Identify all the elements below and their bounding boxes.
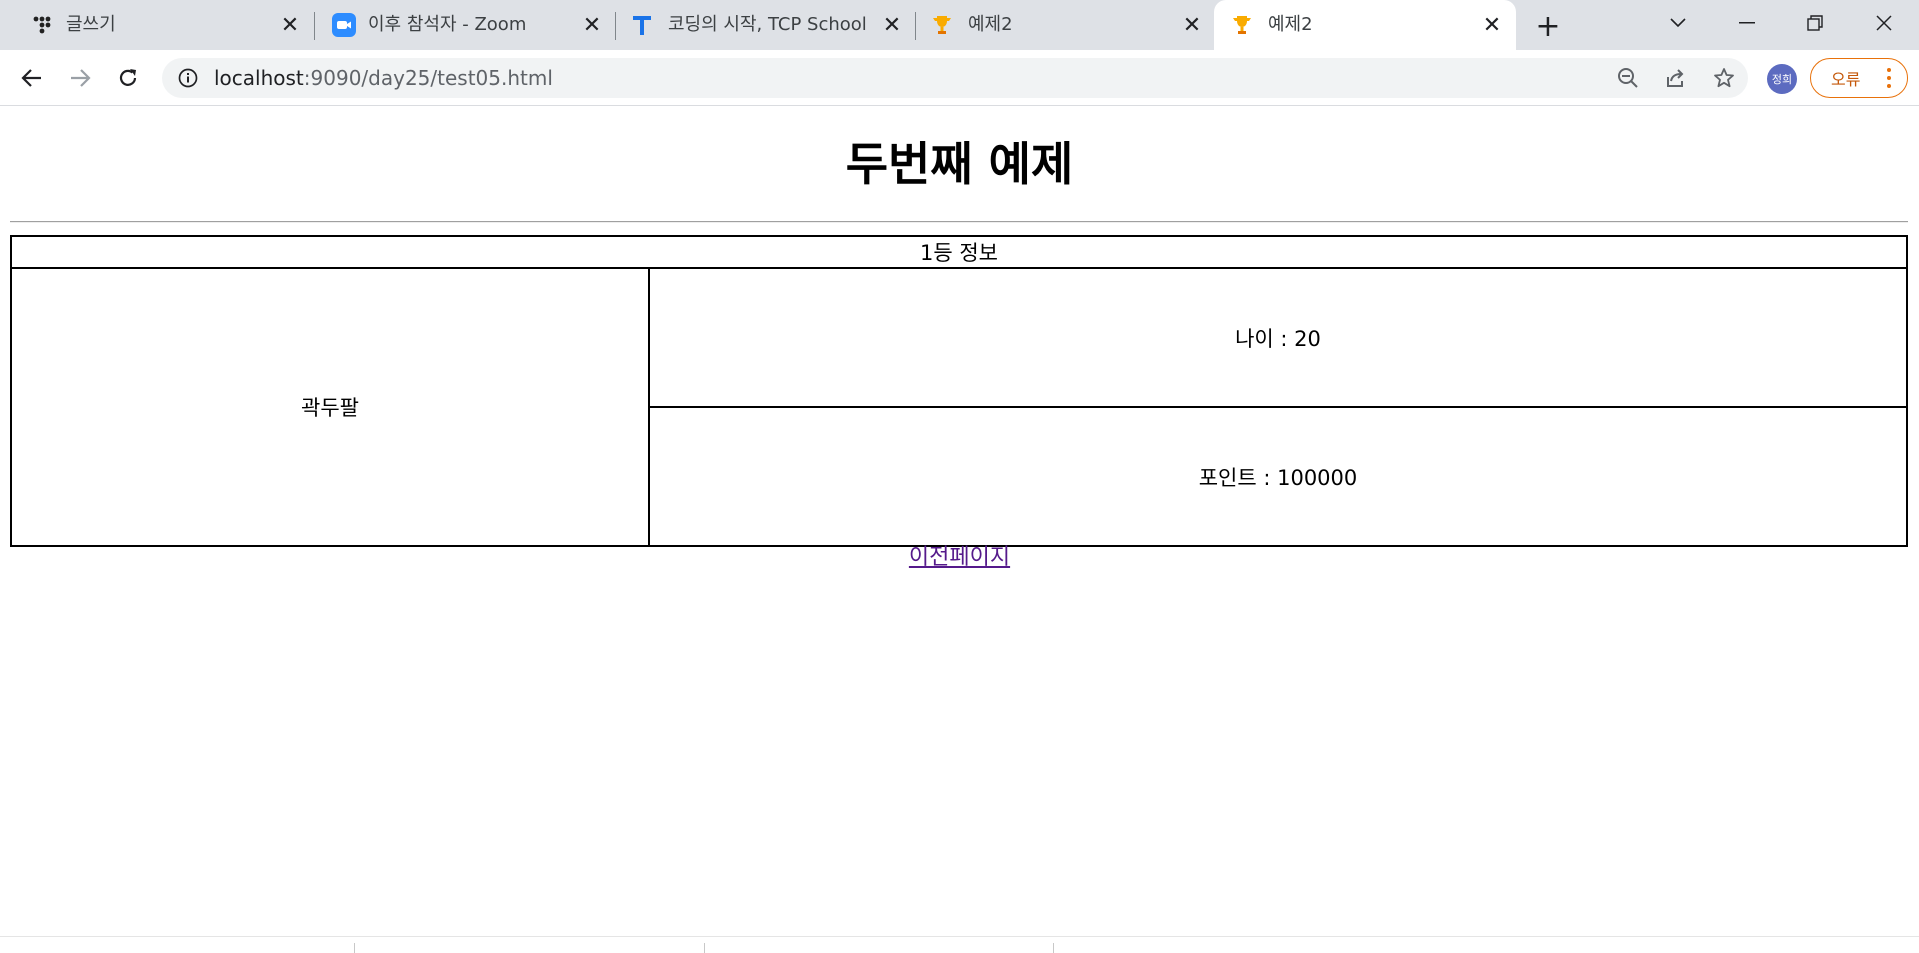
tab-search-icon[interactable] <box>1656 8 1700 38</box>
forward-button[interactable] <box>66 64 94 92</box>
tab-title: 예제2 <box>1268 14 1313 35</box>
close-tab-icon[interactable]: ✕ <box>1480 13 1504 38</box>
close-tab-icon[interactable]: ✕ <box>580 13 604 38</box>
tab-tistory[interactable]: 글쓰기 ✕ <box>0 0 310 50</box>
bookmark-star-icon[interactable] <box>1712 66 1736 90</box>
tab-zoom[interactable]: 이후 참석자 - Zoom ✕ <box>316 0 616 50</box>
age-cell: 나이 : 20 <box>648 267 1908 408</box>
tab-tcpschool[interactable]: 코딩의 시작, TCP School ✕ <box>616 0 916 50</box>
new-tab-button[interactable]: + <box>1534 9 1562 44</box>
close-tab-icon[interactable]: ✕ <box>278 13 302 38</box>
prev-page-wrapper: 이전페이지 <box>0 544 1919 572</box>
kebab-menu-icon <box>1887 68 1891 88</box>
url-text: localhost:9090/day25/test05.html <box>214 66 553 90</box>
tistory-icon <box>30 13 54 37</box>
zoom-out-icon[interactable] <box>1616 66 1640 90</box>
close-window-icon[interactable] <box>1862 8 1906 38</box>
tab-title: 코딩의 시작, TCP School <box>668 14 867 35</box>
table-header-cell: 1등 정보 <box>10 235 1908 269</box>
reload-button[interactable] <box>114 64 142 92</box>
winner-name-cell: 곽두팔 <box>10 267 650 547</box>
back-button[interactable] <box>18 64 46 92</box>
browser-toolbar: localhost:9090/day25/test05.html 정희 오류 <box>0 50 1919 106</box>
profile-avatar[interactable]: 정희 <box>1767 64 1797 94</box>
restore-icon[interactable] <box>1793 8 1837 38</box>
close-tab-icon[interactable]: ✕ <box>880 13 904 38</box>
zoom-icon <box>332 13 356 37</box>
tab-title: 예제2 <box>968 14 1013 35</box>
minimize-icon[interactable] <box>1725 8 1769 38</box>
tab-title: 글쓰기 <box>66 14 116 35</box>
site-info-icon[interactable] <box>178 68 198 88</box>
prev-page-link[interactable]: 이전페이지 <box>909 545 1010 570</box>
close-tab-icon[interactable]: ✕ <box>1180 13 1204 38</box>
winner-info-table: 1등 정보 곽두팔 나이 : 20 포인트 : 100000 <box>10 235 1908 547</box>
tab-example2-active[interactable]: 예제2 ✕ <box>1214 0 1516 50</box>
address-bar[interactable]: localhost:9090/day25/test05.html <box>162 58 1748 98</box>
points-cell: 포인트 : 100000 <box>648 406 1908 547</box>
trophy-icon <box>930 13 954 37</box>
tcpschool-icon <box>630 13 654 37</box>
error-menu-button[interactable]: 오류 <box>1810 58 1908 98</box>
share-icon[interactable] <box>1664 66 1688 90</box>
horizontal-rule <box>10 221 1908 223</box>
tab-separator <box>314 12 315 40</box>
url-path: :9090/day25/test05.html <box>303 66 553 90</box>
url-host: localhost <box>214 66 304 90</box>
tab-example2-a[interactable]: 예제2 ✕ <box>916 0 1216 50</box>
page-heading: 두번째 예제 <box>845 137 1074 191</box>
tab-title: 이후 참석자 - Zoom <box>368 14 527 35</box>
trophy-icon <box>1230 13 1254 37</box>
tab-strip: 글쓰기 ✕ 이후 참석자 - Zoom ✕ 코딩의 시작, TCP School… <box>0 0 1919 50</box>
error-button-label: 오류 <box>1831 70 1861 89</box>
bottom-edge-strip <box>0 936 1919 953</box>
page-content: 두번째 예제 1등 정보 곽두팔 나이 : 20 포인트 : 100000 이전… <box>0 107 1919 937</box>
